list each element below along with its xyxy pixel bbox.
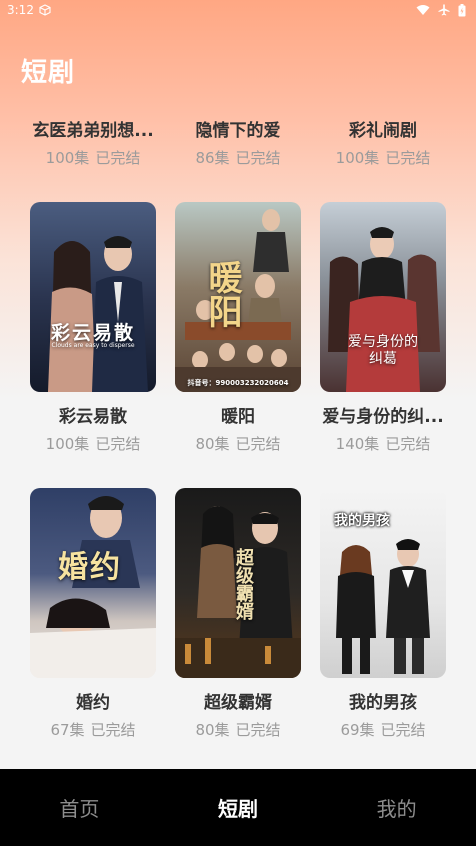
drama-title: 暖阳 [221, 407, 255, 427]
episode-count: 80集 [195, 721, 230, 739]
drama-meta: 80集 已完结 [195, 719, 280, 740]
completion-status: 已完结 [385, 149, 431, 167]
drama-meta: 69集 已完结 [340, 719, 425, 740]
drama-poster[interactable]: 爱与身份的纠葛 [320, 202, 446, 392]
drama-title: 彩礼闹剧 [349, 121, 417, 141]
drama-meta: 86集 已完结 [195, 147, 280, 168]
drama-card[interactable]: 暖阳 抖音号：990003232020604 暖阳 80集 已完结 [175, 202, 301, 488]
completion-status: 已完结 [235, 149, 281, 167]
tab-home[interactable]: 首页 [19, 793, 139, 822]
drama-card[interactable]: 彩礼闹剧 100集 已完结 [320, 108, 446, 196]
drama-meta: 100集 已完结 [46, 147, 141, 168]
drama-row-partial: 玄医弟弟别想... 100集 已完结 隐情下的爱 86集 已完结 彩礼闹剧 100集… [0, 108, 476, 196]
poster-title: 我的男孩 [334, 513, 390, 529]
drama-title: 彩云易散 [59, 407, 127, 427]
drama-poster[interactable]: 彩云易散 Clouds are easy to disperse [30, 202, 156, 392]
poster-subtitle: Clouds are easy to disperse [51, 342, 135, 349]
episode-count: 69集 [340, 721, 375, 739]
drama-poster[interactable]: 婚约 [30, 488, 156, 678]
episode-count: 67集 [50, 721, 85, 739]
bottom-tab-bar: 首页 短剧 我的 [0, 769, 476, 846]
drama-card[interactable]: 隐情下的爱 86集 已完结 [175, 108, 301, 196]
cube-icon [39, 4, 51, 16]
drama-card[interactable]: 我的男孩 我的男孩 69集 已完结 [320, 488, 446, 774]
drama-title: 爱与身份的纠... [322, 407, 444, 427]
tab-mine[interactable]: 我的 [337, 793, 457, 822]
completion-status: 已完结 [95, 149, 141, 167]
episode-count: 100集 [335, 149, 380, 167]
drama-card[interactable]: 超级霸婿 超级霸婿 80集 已完结 [175, 488, 301, 774]
episode-count: 86集 [195, 149, 230, 167]
wifi-icon [416, 4, 430, 16]
status-time: 3:12 [7, 3, 34, 17]
drama-meta: 100集 已完结 [336, 147, 431, 168]
poster-title: 超级霸婿 [233, 548, 254, 620]
drama-title: 隐情下的爱 [195, 121, 281, 141]
completion-status: 已完结 [235, 435, 281, 453]
drama-poster[interactable]: 我的男孩 [320, 488, 446, 678]
drama-poster[interactable]: 暖阳 抖音号：990003232020604 [175, 202, 301, 392]
poster-title: 婚约 [58, 550, 122, 585]
drama-card[interactable]: 彩云易散 Clouds are easy to disperse 彩云易散 10… [30, 202, 156, 488]
battery-icon [458, 3, 466, 17]
tab-drama[interactable]: 短剧 [178, 793, 298, 822]
status-left: 3:12 [7, 3, 51, 17]
completion-status: 已完结 [380, 721, 426, 739]
drama-title: 婚约 [76, 693, 110, 713]
page-title: 短剧 [21, 58, 76, 88]
drama-title: 玄医弟弟别想... [32, 121, 154, 141]
drama-card[interactable]: 婚约 婚约 67集 已完结 [30, 488, 156, 774]
drama-poster[interactable]: 超级霸婿 [175, 488, 301, 678]
poster-title: 爱与身份的纠葛 [348, 334, 418, 367]
episode-count: 140集 [335, 435, 380, 453]
drama-meta: 67集 已完结 [50, 719, 135, 740]
airplane-icon [438, 4, 450, 16]
completion-status: 已完结 [95, 435, 141, 453]
drama-grid: 玄医弟弟别想... 100集 已完结 隐情下的爱 86集 已完结 彩礼闹剧 100集… [0, 108, 476, 774]
completion-status: 已完结 [235, 721, 281, 739]
drama-meta: 140集 已完结 [336, 433, 431, 454]
episode-count: 100集 [45, 435, 90, 453]
drama-title: 我的男孩 [349, 693, 417, 713]
drama-card[interactable]: 爱与身份的纠葛 爱与身份的纠... 140集 已完结 [320, 202, 446, 488]
poster-subtitle: 抖音号：990003232020604 [187, 379, 289, 387]
drama-row: 彩云易散 Clouds are easy to disperse 彩云易散 10… [0, 202, 476, 488]
status-bar: 3:12 [0, 0, 476, 20]
drama-meta: 80集 已完结 [195, 433, 280, 454]
drama-row: 婚约 婚约 67集 已完结 超级霸婿 超级霸婿 80集 已完结 我的男孩 我的男… [0, 488, 476, 774]
status-right [416, 3, 466, 17]
poster-title: 彩云易散 [50, 322, 135, 344]
drama-meta: 100集 已完结 [46, 433, 141, 454]
drama-card[interactable]: 玄医弟弟别想... 100集 已完结 [30, 108, 156, 196]
episode-count: 100集 [45, 149, 90, 167]
drama-title: 超级霸婿 [204, 693, 272, 713]
poster-title: 暖阳 [202, 260, 242, 328]
episode-count: 80集 [195, 435, 230, 453]
completion-status: 已完结 [385, 435, 431, 453]
completion-status: 已完结 [90, 721, 136, 739]
